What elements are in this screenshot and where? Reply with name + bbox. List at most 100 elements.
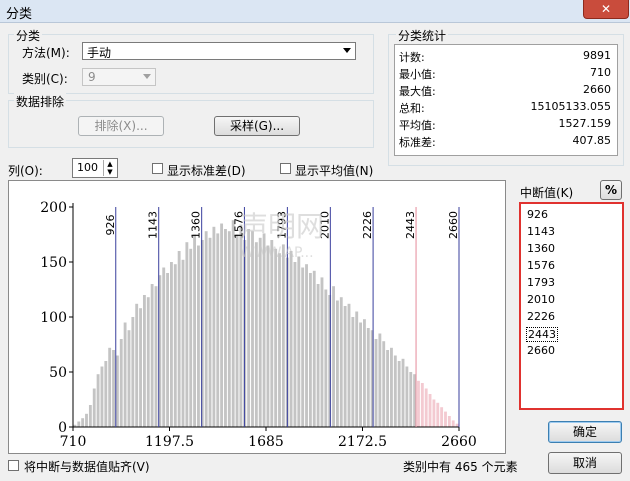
histogram-bar — [212, 226, 216, 427]
stat-row-sum: 总和: 15105133.055 — [399, 100, 611, 116]
columns-value: 100 — [77, 161, 98, 174]
histogram-bar — [173, 264, 177, 427]
classes-select[interactable]: 9 — [82, 68, 156, 86]
histogram-bar — [359, 322, 362, 427]
window-title: 分类 — [6, 7, 33, 22]
class-count-value: 465 — [454, 460, 478, 474]
histogram-bar — [115, 355, 119, 427]
break-value-item[interactable]: 1793 — [527, 276, 555, 289]
close-button[interactable]: ✕ — [583, 0, 629, 19]
histogram-bar — [266, 245, 270, 427]
histogram-bar — [119, 339, 123, 427]
stat-label: 总和: — [399, 102, 425, 115]
histogram-bar — [297, 256, 301, 427]
cancel-button[interactable]: 取消 — [548, 452, 622, 474]
histogram-bar — [177, 251, 181, 427]
break-value-item[interactable]: 2226 — [527, 310, 555, 323]
histogram-bar — [96, 374, 100, 427]
break-value-item[interactable]: 2010 — [527, 293, 555, 306]
break-value-item[interactable]: 1143 — [527, 225, 555, 238]
histogram-bar — [150, 284, 154, 427]
y-tick-label: 50 — [49, 365, 67, 381]
histogram-bar — [77, 421, 81, 427]
histogram-bar — [262, 233, 266, 427]
histogram-bar — [181, 259, 185, 427]
histogram-bar — [131, 317, 135, 427]
histogram-bar — [293, 262, 297, 427]
histogram-bar — [162, 267, 166, 427]
breaks-label: 中断值(K) — [520, 186, 574, 200]
histogram-bar — [139, 308, 142, 427]
histogram-bar — [123, 322, 127, 427]
histogram-bar — [451, 420, 455, 427]
histogram-bar — [417, 380, 420, 427]
exclude-button[interactable]: 排除(X)... — [78, 116, 164, 136]
exclusion-group-label: 数据排除 — [14, 93, 67, 110]
histogram-bar — [316, 284, 320, 427]
break-label: 2443 — [404, 211, 417, 239]
show-std-checkbox[interactable] — [152, 163, 163, 174]
x-tick-label: 1685 — [248, 434, 284, 450]
stat-row-stddev: 标准差: 407.85 — [399, 134, 611, 150]
stats-group-label: 分类统计 — [396, 27, 449, 44]
stats-box: 计数: 9891 最小值: 710 最大值: 2660 总和: 15105133.055… — [394, 44, 618, 156]
y-tick-label: 100 — [40, 310, 67, 326]
stat-value: 9891 — [583, 49, 611, 62]
break-value-item[interactable]: 926 — [527, 208, 548, 221]
break-value-item[interactable]: 1576 — [527, 259, 555, 272]
break-value-item[interactable]: 2443 — [526, 327, 558, 342]
classes-select-value: 9 — [88, 70, 96, 84]
stat-row-mean: 平均值: 1527.159 — [399, 117, 611, 133]
percent-button[interactable]: % — [600, 180, 622, 200]
histogram-bar — [112, 350, 115, 427]
histogram-bar — [227, 231, 231, 427]
histogram-bar — [270, 240, 274, 427]
y-tick-label: 150 — [40, 255, 67, 271]
stat-label: 平均值: — [399, 119, 436, 132]
histogram-bar — [332, 286, 335, 427]
break-value-item[interactable]: 2660 — [527, 344, 555, 357]
columns-label: 列(O): — [8, 164, 43, 178]
histogram-bar — [235, 234, 239, 427]
break-value-item[interactable]: 1360 — [527, 242, 555, 255]
show-mean-label: 显示平均值(N) — [295, 164, 374, 178]
method-select-value: 手动 — [87, 46, 112, 60]
histogram-bar — [363, 319, 366, 427]
snap-checkbox[interactable] — [8, 460, 19, 471]
spin-down-icon[interactable]: ▼ — [103, 168, 116, 176]
stat-row-min: 最小值: 710 — [399, 66, 611, 82]
histogram-bar — [142, 295, 146, 427]
break-label: 2226 — [361, 211, 374, 239]
histogram-bar — [146, 297, 150, 427]
watermark: 声明网 — [240, 210, 325, 243]
class-count-suffix: 个元素 — [481, 460, 518, 474]
histogram-bar — [208, 237, 212, 427]
columns-spinner[interactable]: 100 ▲ ▼ — [72, 158, 118, 178]
chevron-down-icon — [343, 48, 351, 53]
break-label: 1143 — [147, 211, 160, 239]
histogram-bar — [447, 416, 451, 427]
stat-value: 15105133.055 — [530, 100, 611, 113]
histogram-bar — [224, 229, 227, 427]
sample-button[interactable]: 采样(G)... — [214, 116, 300, 136]
y-tick-label: 200 — [40, 200, 67, 216]
x-tick-label: 2660 — [441, 434, 477, 450]
histogram-bar — [428, 394, 432, 427]
show-mean-checkbox[interactable] — [280, 163, 291, 174]
histogram-bar — [444, 411, 447, 427]
ok-button[interactable]: 确定 — [548, 421, 622, 443]
histogram-bar — [81, 418, 85, 427]
histogram-bar — [312, 270, 316, 427]
histogram-bar — [382, 341, 386, 427]
histogram-bar — [108, 347, 112, 427]
histogram-bar — [166, 273, 169, 427]
stat-value: 2660 — [583, 83, 611, 96]
stat-label: 标准差: — [399, 136, 436, 149]
breaks-list[interactable]: 926 1143 1360 1576 1793 2010 2226 2443 2660 — [519, 202, 624, 410]
class-count-text: 类别中有 465 个元素 — [403, 458, 518, 475]
histogram-bar — [88, 405, 92, 427]
stat-label: 最小值: — [399, 68, 436, 81]
spin-up-icon[interactable]: ▲ — [103, 160, 116, 168]
histogram-bar — [254, 242, 258, 427]
method-select[interactable]: 手动 — [82, 42, 356, 60]
